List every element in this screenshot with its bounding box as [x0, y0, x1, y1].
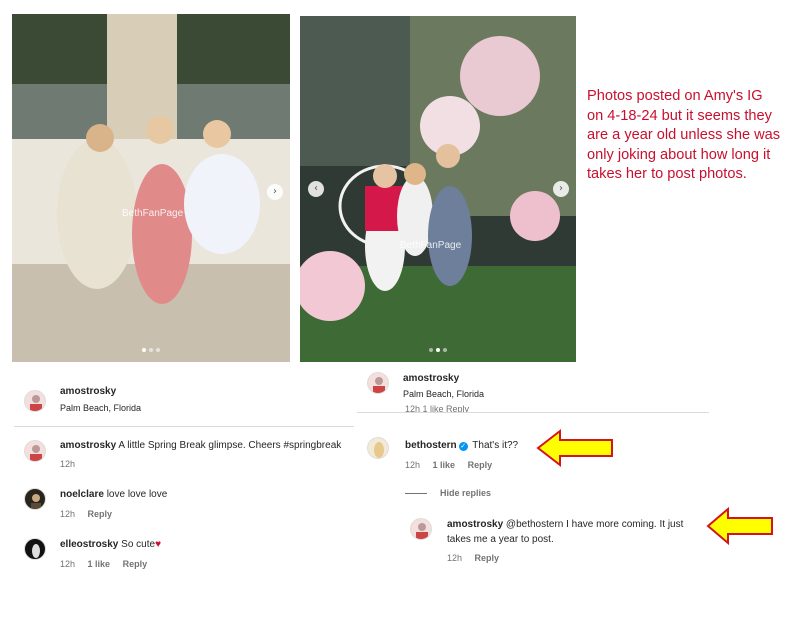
photo-1-watermark: BethFanPage — [122, 208, 184, 219]
reply-username[interactable]: amostrosky — [447, 519, 503, 530]
comment-body: love love love — [106, 489, 168, 500]
replies-line — [405, 493, 427, 494]
comment-username[interactable]: bethostern — [405, 440, 457, 451]
annotation-caption: Photos posted on Amy's IG on 4-18-24 but… — [587, 88, 781, 182]
reply-body: @bethostern I have more coming. It just — [505, 519, 684, 530]
post-location[interactable]: Palm Beach, Florida — [403, 389, 484, 399]
chevron-right-icon: › — [273, 186, 277, 197]
comment-likes[interactable]: 1 like — [433, 460, 456, 470]
reply-button[interactable]: Reply — [475, 553, 500, 563]
reply-text: amostrosky @bethostern I have more comin… — [447, 519, 683, 530]
photo-1-image — [12, 14, 290, 362]
reply-button[interactable]: Reply — [88, 509, 113, 519]
arrow-left-icon — [706, 506, 773, 546]
photo-2-next-button[interactable]: › — [553, 181, 569, 197]
photo-2-carousel-dots — [429, 348, 447, 352]
comment-body: That's it?? — [472, 440, 519, 451]
comment-time: 12h — [60, 509, 76, 519]
photo-2: BethFanPage ‹ › — [300, 16, 576, 362]
avatar[interactable] — [24, 390, 46, 412]
photo-1-carousel-dots — [142, 348, 160, 352]
comment-meta: 12h — [60, 459, 85, 469]
chevron-left-icon: ‹ — [314, 183, 318, 194]
photo-1: BethFanPage › — [12, 14, 290, 362]
comment-time: 12h — [405, 460, 421, 470]
photo-2-image — [300, 16, 576, 362]
photo-2-prev-button[interactable]: ‹ — [308, 181, 324, 197]
reply-meta: 12h Reply — [447, 553, 509, 563]
verified-badge-icon: ✓ — [458, 442, 468, 451]
avatar[interactable] — [367, 372, 389, 394]
hide-replies-button[interactable]: Hide replies — [440, 488, 491, 498]
reply-body-line2: takes me a year to post. — [447, 534, 554, 545]
post-location[interactable]: Palm Beach, Florida — [60, 403, 141, 413]
comment-time: 12h — [60, 459, 76, 469]
avatar[interactable] — [24, 538, 46, 560]
comment-text: bethostern ✓ That's it?? — [405, 440, 518, 451]
reply-button[interactable]: Reply — [468, 460, 493, 470]
avatar[interactable] — [410, 518, 432, 540]
photo-1-next-button[interactable]: › — [267, 184, 283, 200]
cut-off-row: 12h 1 like Reply — [400, 404, 710, 412]
cut-off-meta: 12h 1 like Reply — [405, 404, 470, 412]
comment-meta: 12h 1 like Reply — [60, 559, 157, 569]
photo-2-watermark: BethFanPage — [400, 240, 462, 251]
comment-text: noelclare love love love — [60, 489, 167, 500]
reply-button[interactable]: Reply — [123, 559, 148, 569]
avatar[interactable] — [24, 440, 46, 462]
comment-likes[interactable]: 1 like — [88, 559, 111, 569]
comment-text: amostrosky A little Spring Break glimpse… — [60, 440, 341, 451]
comment-username[interactable]: amostrosky — [60, 440, 116, 451]
post-username[interactable]: amostrosky — [60, 386, 116, 397]
post-username[interactable]: amostrosky — [403, 373, 459, 384]
arrow-left-icon — [536, 428, 613, 468]
comment-meta: 12h 1 like Reply — [405, 460, 502, 470]
comment-username[interactable]: noelclare — [60, 489, 104, 500]
avatar[interactable] — [367, 437, 389, 459]
comment-time: 12h — [60, 559, 76, 569]
divider — [14, 426, 354, 427]
comment-username[interactable]: elleostrosky — [60, 539, 118, 550]
comment-body: A little Spring Break glimpse. Cheers #s… — [118, 440, 342, 451]
comment-meta: 12h Reply — [60, 509, 122, 519]
comment-body: So cute — [121, 539, 156, 550]
chevron-right-icon: › — [559, 183, 563, 194]
reply-time: 12h — [447, 553, 463, 563]
comment-text: elleostrosky So cute♥ — [60, 539, 161, 550]
divider — [357, 412, 709, 413]
avatar[interactable] — [24, 488, 46, 510]
heart-icon: ♥ — [155, 539, 162, 550]
